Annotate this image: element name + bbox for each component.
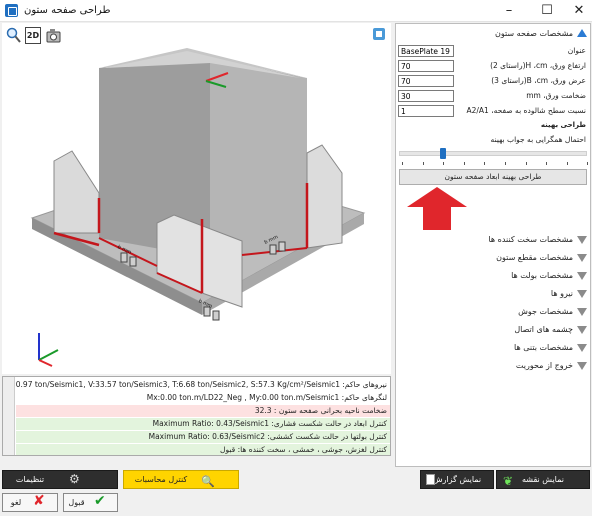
- show-map-button[interactable]: ❦ نمایش نقشه: [496, 470, 590, 489]
- section-header[interactable]: خروج از محوریت: [396, 358, 590, 375]
- cancel-button[interactable]: ✘ لغو: [2, 493, 58, 512]
- convergence-slider[interactable]: [399, 151, 587, 156]
- app-icon: [5, 4, 18, 17]
- expand-icon: [577, 344, 587, 352]
- slider-tick: [484, 162, 486, 165]
- check-calculations-button[interactable]: 🔍 کنترل محاسبات: [123, 470, 239, 489]
- title-bar: طراحی صفحه ستون – ☐ ✕: [0, 0, 592, 22]
- minimize-button[interactable]: –: [500, 2, 518, 19]
- width-input[interactable]: [398, 75, 454, 87]
- collapse-icon: [577, 29, 587, 37]
- maximize-button[interactable]: ☐: [538, 2, 556, 19]
- search-icon: 🔍: [201, 475, 215, 488]
- section-label: مشخصات بتنی ها: [514, 343, 573, 352]
- check-icon: ✔: [94, 493, 106, 509]
- section-label: چشمه های اتصال: [514, 325, 573, 334]
- height-input[interactable]: [398, 60, 454, 72]
- expand-icon: [577, 254, 587, 262]
- slider-tick: [546, 162, 548, 165]
- section-label: مشخصات بولت ها: [511, 271, 573, 280]
- section-header[interactable]: مشخصات جوش: [396, 304, 590, 321]
- expand-icon: [577, 362, 587, 370]
- window-title: طراحی صفحه ستون: [24, 5, 111, 16]
- log-row: ضخامت ناحیه بحرانی صفحه ستون : 32.3: [16, 405, 390, 417]
- section-header[interactable]: مشخصات سخت کننده ها: [396, 232, 590, 249]
- section-label: مشخصات مقطع ستون: [496, 253, 573, 262]
- section-label: مشخصات سخت کننده ها: [488, 235, 573, 244]
- optimal-design-title: طراحی بهینه: [540, 121, 586, 129]
- field-title: عنوان: [396, 45, 590, 58]
- document-icon: [426, 474, 435, 485]
- convergence-slider-thumb[interactable]: [439, 148, 446, 159]
- leaf-icon: ❦: [503, 474, 514, 488]
- field-ratio: نسبت سطح شالوده به صفحه، A2/A1: [396, 105, 590, 118]
- ratio-input[interactable]: [398, 105, 454, 117]
- field-width: عرض ورق، B ،cm(راستای 3): [396, 75, 590, 88]
- section-header[interactable]: مشخصات بولت ها: [396, 268, 590, 285]
- section-header[interactable]: نیرو ها: [396, 286, 590, 303]
- slider-tick: [525, 162, 527, 165]
- thickness-input[interactable]: [398, 90, 454, 102]
- log-row: لنگرهای حاکم: Mx:0.00 ton.m/LD22_Neg , M…: [16, 392, 390, 404]
- properties-panel: مشخصات صفحه ستون عنوان ارتفاع ورق، H ،cm…: [395, 23, 591, 467]
- section-header[interactable]: مشخصات مقطع ستون: [396, 250, 590, 267]
- base-plate-3d-model: [30, 48, 366, 367]
- ok-button[interactable]: ✔ قبول: [63, 493, 118, 512]
- settings-button[interactable]: ⚙ تنظیمات: [2, 470, 118, 489]
- section-plate-header[interactable]: مشخصات صفحه ستون: [396, 26, 590, 43]
- section-label: خروج از محوریت: [515, 361, 573, 370]
- log-row: نیروهای حاکم: P:280.97 ton/Seismic1, V:3…: [16, 379, 390, 391]
- section-label: نیرو ها: [550, 289, 573, 298]
- log-scrollbar[interactable]: [3, 377, 15, 455]
- log-row: کنترل لغزش، جوشی ، خمشی ، سخت کننده ها: …: [16, 444, 390, 455]
- gear-icon: ⚙: [69, 472, 80, 486]
- section-label: مشخصات جوش: [518, 307, 573, 316]
- show-report-button[interactable]: نمایش گزارش: [420, 470, 494, 489]
- slider-tick: [443, 162, 445, 165]
- log-row: کنترل بولتها در حالت شکست کششی: Maximum …: [16, 431, 390, 443]
- slider-tick: [566, 162, 568, 165]
- expand-icon: [577, 308, 587, 316]
- field-height: ارتفاع ورق، H ،cm(راستای 2): [396, 60, 590, 73]
- slider-tick: [505, 162, 506, 165]
- close-button[interactable]: ✕: [570, 2, 588, 19]
- expand-icon: [577, 236, 587, 244]
- title-input[interactable]: [398, 45, 454, 57]
- expand-icon: [577, 326, 587, 334]
- close-icon: ✘: [33, 493, 45, 509]
- field-thickness: ضخامت ورق، mm: [396, 90, 590, 103]
- results-log[interactable]: نیروهای حاکم: P:280.97 ton/Seismic1, V:3…: [2, 376, 391, 456]
- red-arrow-annotation: [407, 187, 467, 230]
- convergence-label: احتمال همگرایی به جواب بهینه: [490, 135, 586, 144]
- expand-icon: [577, 272, 587, 280]
- slider-tick: [402, 162, 403, 165]
- model-viewport[interactable]: 2D b mm b mm b mm: [2, 23, 391, 374]
- optimal-design-button[interactable]: طراحی بهینه ابعاد صفحه ستون: [399, 169, 587, 185]
- section-header[interactable]: چشمه های اتصال: [396, 322, 590, 339]
- log-row: کنترل ابعاد در حالت شکست فشاری: Maximum …: [16, 418, 390, 430]
- section-header[interactable]: مشخصات بتنی ها: [396, 340, 590, 357]
- slider-tick: [587, 162, 589, 165]
- slider-tick: [463, 162, 465, 165]
- slider-tick: [422, 162, 424, 165]
- expand-icon: [577, 290, 587, 298]
